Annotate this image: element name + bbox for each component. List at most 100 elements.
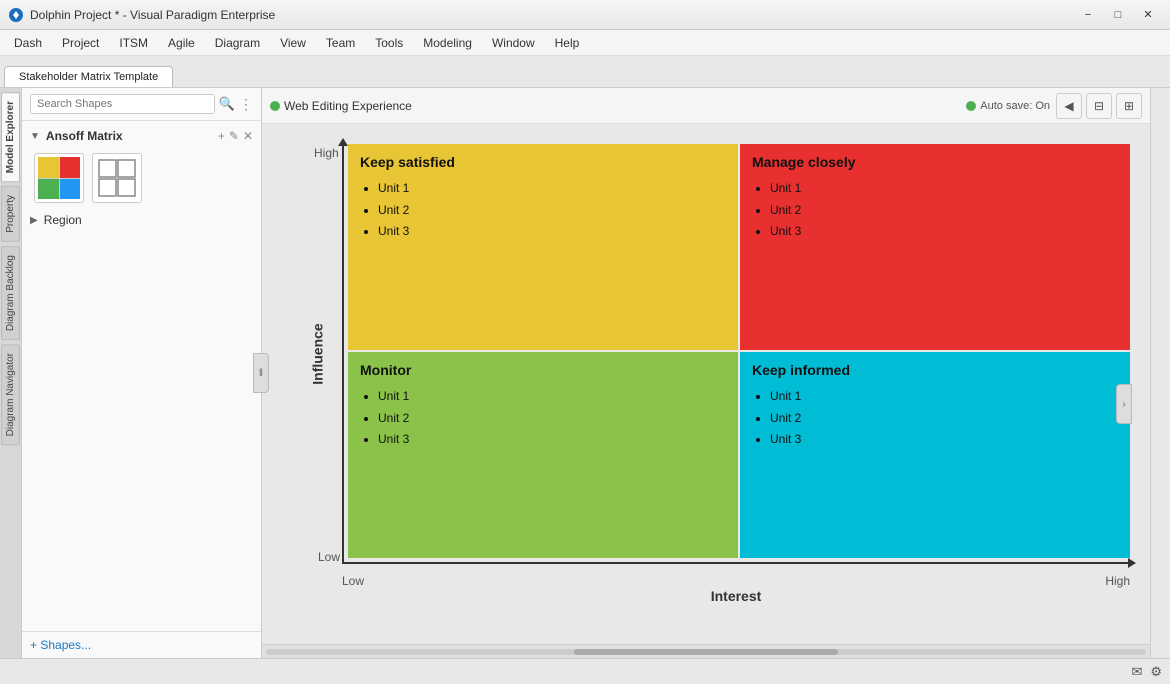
list-item: Unit 3 <box>770 429 1118 451</box>
cell-manage-closely[interactable]: Manage closely Unit 1 Unit 2 Unit 3 <box>740 144 1130 350</box>
delete-icon[interactable]: ✕ <box>243 129 253 143</box>
app-icon <box>8 7 24 23</box>
menu-project[interactable]: Project <box>52 34 109 52</box>
cell-keep-satisfied[interactable]: Keep satisfied Unit 1 Unit 2 Unit 3 <box>348 144 738 350</box>
list-item: Unit 1 <box>770 386 1118 408</box>
add-icon[interactable]: + <box>218 129 225 143</box>
list-item: Unit 1 <box>378 386 726 408</box>
canvas-content[interactable]: Influence High Low Interest Low High <box>262 124 1150 644</box>
main-layout: Model Explorer Property Diagram Backlog … <box>0 88 1170 658</box>
add-shapes-label: + Shapes... <box>30 638 91 652</box>
add-shapes-button[interactable]: + Shapes... <box>30 638 91 652</box>
auto-save-label: Auto save: On <box>980 100 1050 112</box>
toolbar-icon-3[interactable]: ⊞ <box>1116 93 1142 119</box>
toolbar-icon-2[interactable]: ⊟ <box>1086 93 1112 119</box>
panel-bottom: + Shapes... <box>22 631 261 658</box>
menu-itsm[interactable]: ITSM <box>109 34 158 52</box>
auto-save-dot <box>966 101 976 111</box>
right-panel <box>1150 88 1170 658</box>
menu-modeling[interactable]: Modeling <box>413 34 482 52</box>
ansoff-cell-blue <box>60 179 81 200</box>
web-editing-label: Web Editing Experience <box>284 99 412 113</box>
cell-keep-informed-list: Unit 1 Unit 2 Unit 3 <box>752 386 1118 451</box>
web-editing-badge: Web Editing Experience <box>270 99 412 113</box>
status-icon-settings[interactable]: ⚙ <box>1150 664 1162 680</box>
close-button[interactable]: ✕ <box>1134 5 1162 25</box>
diagram-wrapper: Influence High Low Interest Low High <box>282 134 1130 614</box>
list-item: Unit 1 <box>770 178 1118 200</box>
search-bar: 🔍 ⋮ <box>22 88 261 121</box>
ansoff-matrix-label: Ansoff Matrix <box>46 129 123 143</box>
matrix-grid: Keep satisfied Unit 1 Unit 2 Unit 3 Mana… <box>348 144 1130 558</box>
statusbar: ✉ ⚙ <box>0 658 1170 684</box>
cell-monitor[interactable]: Monitor Unit 1 Unit 2 Unit 3 <box>348 352 738 558</box>
vtab-property[interactable]: Property <box>1 186 20 242</box>
left-panel: 🔍 ⋮ ▼ Ansoff Matrix + ✎ ✕ <box>22 88 262 658</box>
matrix-chart: Influence High Low Interest Low High <box>342 144 1130 564</box>
menu-diagram[interactable]: Diagram <box>205 34 270 52</box>
matrix-container: Influence High Low Interest Low High <box>282 134 1130 614</box>
x-axis-low: Low <box>342 574 364 588</box>
list-item: Unit 3 <box>770 221 1118 243</box>
menu-dash[interactable]: Dash <box>4 34 52 52</box>
menu-agile[interactable]: Agile <box>158 34 205 52</box>
y-axis-label: Influence <box>310 323 326 384</box>
cell-monitor-title: Monitor <box>360 362 726 378</box>
green-dot-icon <box>270 101 280 111</box>
list-item: Unit 2 <box>770 200 1118 222</box>
menu-window[interactable]: Window <box>482 34 545 52</box>
menu-team[interactable]: Team <box>316 34 365 52</box>
vtab-diagram-navigator[interactable]: Diagram Navigator <box>1 344 20 445</box>
minimize-button[interactable]: − <box>1074 5 1102 25</box>
x-axis-high: High <box>1105 574 1130 588</box>
shape-item-colored-grid[interactable] <box>34 153 84 203</box>
search-input[interactable] <box>30 94 215 114</box>
region-section[interactable]: ▶ Region <box>22 209 261 231</box>
canvas-area: Web Editing Experience Auto save: On ◀ ⊟… <box>262 88 1150 658</box>
right-expand-handle[interactable]: › <box>1116 384 1132 424</box>
ansoff-matrix-header[interactable]: ▼ Ansoff Matrix + ✎ ✕ <box>22 125 261 147</box>
panel-content: ▼ Ansoff Matrix + ✎ ✕ <box>22 121 261 631</box>
y-axis-high: High <box>314 146 339 160</box>
ansoff-cell-yellow <box>38 157 59 178</box>
shape-item-grid[interactable] <box>92 153 142 203</box>
ansoff-preview <box>38 157 80 199</box>
vtab-model-explorer[interactable]: Model Explorer <box>1 92 20 182</box>
toolbar-icon-1[interactable]: ◀ <box>1056 93 1082 119</box>
collapse-handle[interactable]: ‖ <box>253 353 269 393</box>
tab-stakeholder-matrix[interactable]: Stakeholder Matrix Template <box>4 66 173 87</box>
collapse-icon: ▼ <box>30 131 40 142</box>
window-controls: − □ ✕ <box>1074 5 1162 25</box>
ansoff-cell-red <box>60 157 81 178</box>
scrollbar-track[interactable] <box>266 649 1146 655</box>
status-icon-email[interactable]: ✉ <box>1131 664 1142 680</box>
ansoff-matrix-section: ▼ Ansoff Matrix + ✎ ✕ <box>22 125 261 209</box>
scrollbar-thumb[interactable] <box>574 649 838 655</box>
section-action-icons: + ✎ ✕ <box>218 129 253 143</box>
vtab-diagram-backlog[interactable]: Diagram Backlog <box>1 246 20 340</box>
auto-save-badge: Auto save: On <box>966 100 1050 112</box>
cell-monitor-list: Unit 1 Unit 2 Unit 3 <box>360 386 726 451</box>
menu-view[interactable]: View <box>270 34 316 52</box>
list-item: Unit 1 <box>378 178 726 200</box>
cell-keep-satisfied-list: Unit 1 Unit 2 Unit 3 <box>360 178 726 243</box>
tabbar: Stakeholder Matrix Template <box>0 56 1170 88</box>
left-side-tabs: Model Explorer Property Diagram Backlog … <box>0 88 22 658</box>
list-item: Unit 3 <box>378 221 726 243</box>
region-collapse-icon: ▶ <box>30 215 38 226</box>
y-axis-arrow <box>342 144 344 564</box>
cell-keep-satisfied-title: Keep satisfied <box>360 154 726 170</box>
cell-manage-closely-title: Manage closely <box>752 154 1118 170</box>
titlebar: Dolphin Project * - Visual Paradigm Ente… <box>0 0 1170 30</box>
y-axis-low: Low <box>318 550 340 564</box>
menubar: Dash Project ITSM Agile Diagram View Tea… <box>0 30 1170 56</box>
cell-keep-informed[interactable]: Keep informed Unit 1 Unit 2 Unit 3 <box>740 352 1130 558</box>
grid-icon <box>97 158 137 198</box>
menu-help[interactable]: Help <box>545 34 590 52</box>
menu-tools[interactable]: Tools <box>365 34 413 52</box>
edit-icon[interactable]: ✎ <box>229 129 239 143</box>
search-button[interactable]: 🔍 <box>219 96 235 112</box>
panel-menu-button[interactable]: ⋮ <box>239 96 253 113</box>
toolbar-icons: ◀ ⊟ ⊞ <box>1056 93 1142 119</box>
maximize-button[interactable]: □ <box>1104 5 1132 25</box>
